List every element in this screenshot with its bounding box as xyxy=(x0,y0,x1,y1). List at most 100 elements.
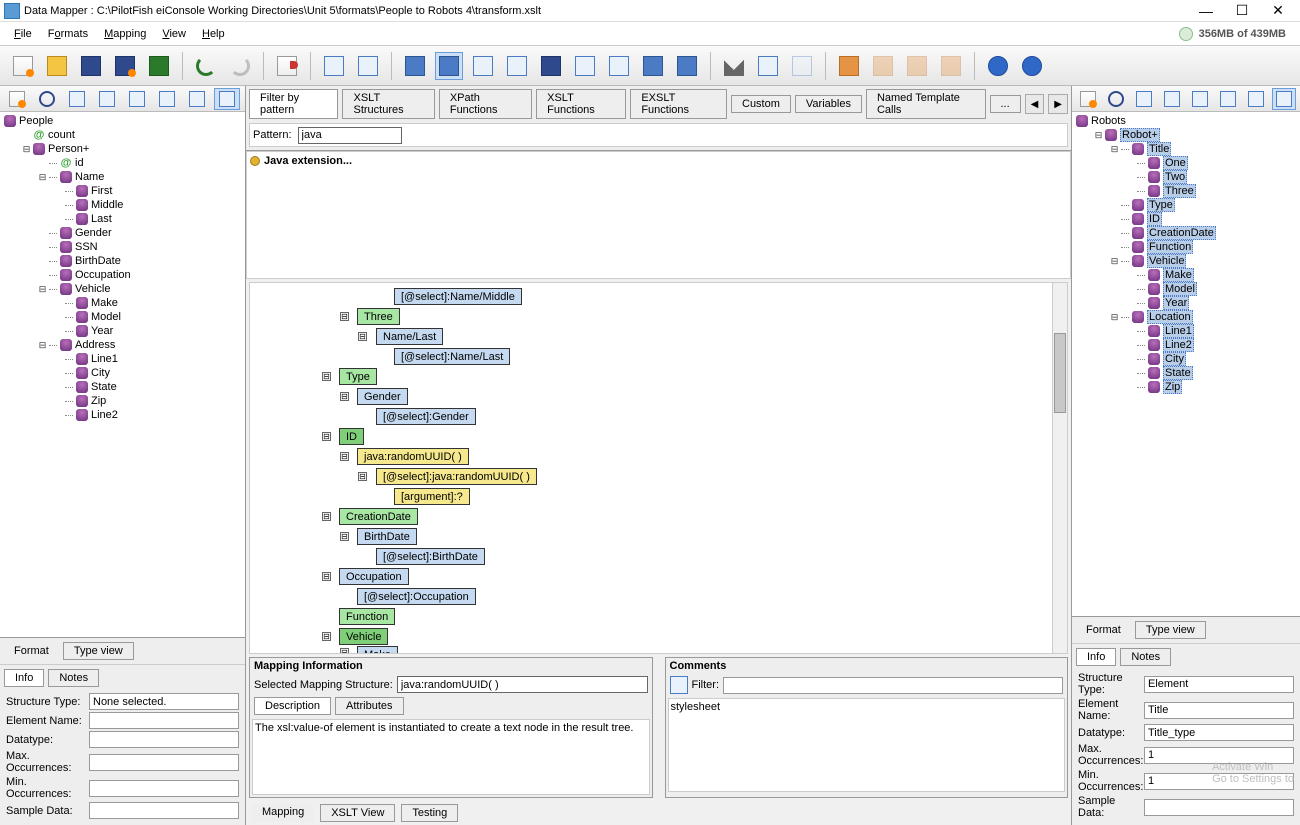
cut-button[interactable] xyxy=(720,52,748,80)
tree-node[interactable]: Three xyxy=(1072,184,1300,198)
tree-node[interactable]: Type xyxy=(1072,198,1300,212)
maximize-button[interactable]: ☐ xyxy=(1224,1,1260,21)
tree-node[interactable]: Model xyxy=(0,310,245,324)
map-node[interactable]: [@select]:BirthDate xyxy=(376,548,485,565)
tool4-button[interactable] xyxy=(503,52,531,80)
tree-root[interactable]: People xyxy=(0,114,245,128)
center-tab[interactable]: Custom xyxy=(731,95,791,113)
map-node[interactable]: Name/Last xyxy=(376,328,443,345)
right-add-icon[interactable] xyxy=(1076,88,1100,110)
right-t3[interactable] xyxy=(1188,88,1212,110)
map-node[interactable]: Occupation xyxy=(339,568,409,585)
orange4-button[interactable] xyxy=(937,52,965,80)
tree-node[interactable]: Line2 xyxy=(1072,338,1300,352)
minimize-button[interactable]: — xyxy=(1188,1,1224,21)
tree-root[interactable]: Robots xyxy=(1072,114,1300,128)
tool5-button[interactable] xyxy=(537,52,565,80)
tool3-button[interactable] xyxy=(469,52,497,80)
map-node[interactable]: Make xyxy=(357,646,398,654)
menu-file[interactable]: File xyxy=(6,26,40,42)
paste-button[interactable] xyxy=(788,52,816,80)
description-tab[interactable]: Description xyxy=(254,697,331,715)
r-sample-data[interactable] xyxy=(1144,799,1294,816)
sheet2-button[interactable] xyxy=(354,52,382,80)
menu-help[interactable]: Help xyxy=(194,26,233,42)
map-toggle[interactable]: ⊟ xyxy=(358,472,367,481)
r-structure-type[interactable] xyxy=(1144,676,1294,693)
tree-node[interactable]: @id xyxy=(0,156,245,170)
tree-node[interactable]: One xyxy=(1072,156,1300,170)
tool2-button[interactable] xyxy=(435,52,463,80)
tool9-button[interactable] xyxy=(673,52,701,80)
map-node[interactable]: Gender xyxy=(357,388,408,405)
typeview-tab[interactable]: Type view xyxy=(63,642,134,660)
tree-node[interactable]: City xyxy=(0,366,245,380)
tree-node[interactable]: State xyxy=(1072,366,1300,380)
tool1-button[interactable] xyxy=(401,52,429,80)
notes-tab[interactable]: Notes xyxy=(48,669,99,687)
tree-node[interactable]: Middle xyxy=(0,198,245,212)
tree-node[interactable]: ⊟Vehicle xyxy=(0,282,245,296)
map-toggle[interactable]: ⊟ xyxy=(340,452,349,461)
tree-node[interactable]: Year xyxy=(0,324,245,338)
undo-button[interactable] xyxy=(192,52,220,80)
testing-tab[interactable]: Testing xyxy=(401,804,458,822)
map-toggle[interactable]: ⊟ xyxy=(322,372,331,381)
r-typeview-tab[interactable]: Type view xyxy=(1135,621,1206,639)
map-toggle[interactable]: ⊟ xyxy=(340,392,349,401)
right-t6[interactable] xyxy=(1272,88,1296,110)
map-toggle[interactable]: ⊟ xyxy=(340,532,349,541)
source-tree[interactable]: People@count⊟Person+@id⊟NameFirstMiddleL… xyxy=(0,112,245,637)
center-tab[interactable]: Variables xyxy=(795,95,862,113)
tree-node[interactable]: ⊟Name xyxy=(0,170,245,184)
attributes-tab[interactable]: Attributes xyxy=(335,697,403,715)
map-toggle[interactable]: ⊟ xyxy=(322,432,331,441)
info-tab[interactable]: Info xyxy=(4,669,44,687)
tree-node[interactable]: Two xyxy=(1072,170,1300,184)
left-t5[interactable] xyxy=(184,88,210,110)
tree-node[interactable]: Last xyxy=(0,212,245,226)
center-tab[interactable]: ... xyxy=(990,95,1021,113)
left-min-occ[interactable] xyxy=(89,780,239,797)
menu-formats[interactable]: Formats xyxy=(40,26,96,42)
r-min-occ[interactable] xyxy=(1144,773,1294,790)
r-info-tab[interactable]: Info xyxy=(1076,648,1116,666)
right-t4[interactable] xyxy=(1216,88,1240,110)
tabs-right-icon[interactable]: ▶ xyxy=(1048,94,1068,114)
copy-button[interactable] xyxy=(754,52,782,80)
tree-node[interactable]: CreationDate xyxy=(1072,226,1300,240)
map-node[interactable]: [@select]:Gender xyxy=(376,408,476,425)
tree-node[interactable]: ⊟Title xyxy=(1072,142,1300,156)
tree-node[interactable]: ⊟Address xyxy=(0,338,245,352)
tree-node[interactable]: ⊟Location xyxy=(1072,310,1300,324)
export-xls-button[interactable] xyxy=(145,52,173,80)
tree-node[interactable]: ⊟Robot+ xyxy=(1072,128,1300,142)
r-notes-tab[interactable]: Notes xyxy=(1120,648,1171,666)
canvas-scrollbar[interactable] xyxy=(1052,283,1067,653)
r-format-tab[interactable]: Format xyxy=(1076,622,1131,638)
left-structure-type[interactable] xyxy=(89,693,239,710)
center-tab[interactable]: Named Template Calls xyxy=(866,89,986,119)
map-toggle[interactable]: ⊟ xyxy=(340,312,349,321)
left-datatype[interactable] xyxy=(89,731,239,748)
tree-node[interactable]: Occupation xyxy=(0,268,245,282)
orange2-button[interactable] xyxy=(869,52,897,80)
exit-button[interactable] xyxy=(273,52,301,80)
saveas-button[interactable] xyxy=(111,52,139,80)
center-tab[interactable]: Filter by pattern xyxy=(249,89,338,119)
map-node[interactable]: [@select]:java:randomUUID( ) xyxy=(376,468,537,485)
tree-node[interactable]: Make xyxy=(1072,268,1300,282)
tree-node[interactable]: Model xyxy=(1072,282,1300,296)
left-add-icon[interactable] xyxy=(4,88,30,110)
left-t1[interactable] xyxy=(64,88,90,110)
left-t3[interactable] xyxy=(124,88,150,110)
tree-node[interactable]: Function xyxy=(1072,240,1300,254)
map-node[interactable]: Type xyxy=(339,368,377,385)
tree-node[interactable]: Line1 xyxy=(1072,324,1300,338)
map-toggle[interactable]: ⊟ xyxy=(322,572,331,581)
tree-node[interactable]: Make xyxy=(0,296,245,310)
right-search-icon[interactable] xyxy=(1104,88,1128,110)
filter-result-item[interactable]: Java extension... xyxy=(264,155,352,167)
left-t6[interactable] xyxy=(214,88,240,110)
format-tab[interactable]: Format xyxy=(4,643,59,659)
